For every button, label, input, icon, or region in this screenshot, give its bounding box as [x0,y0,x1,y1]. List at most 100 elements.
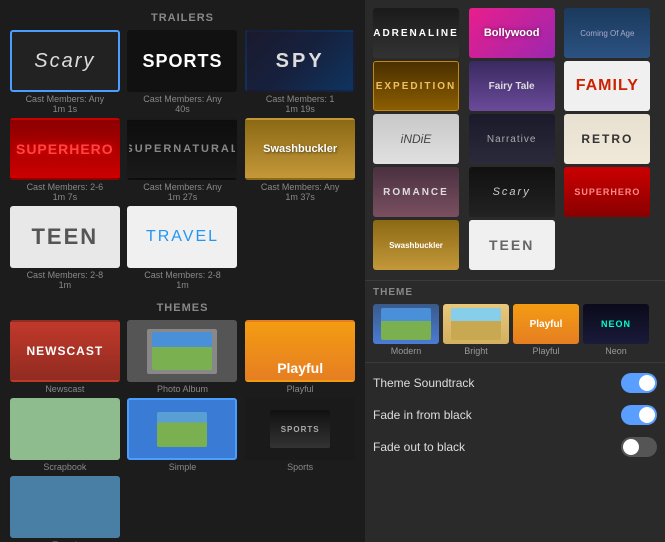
rt-family[interactable]: FAMILY [564,61,657,111]
rt-narrative-label: Narrative [487,134,537,145]
rt-swashbuckler-label: Swashbuckler [389,241,443,250]
rt-retro[interactable]: RETRO [564,114,657,164]
rt-scary[interactable]: Scary [469,167,562,217]
rt-indie-thumb[interactable]: iNDiE [373,114,459,164]
theme-thumb-scrapbook[interactable] [10,398,120,460]
theme-thumb-playful[interactable]: Playful [245,320,355,382]
rt-superhero-label: SUPERHERO [574,187,640,197]
trailer-item-scary[interactable]: Scary Cast Members: Any1m 1s [8,30,122,114]
rt-indie-label: iNDiE [401,132,432,146]
rt-expedition-thumb[interactable]: EXPEDITION [373,61,459,111]
theme-bright[interactable]: Bright [443,304,509,356]
simple-img [157,412,207,447]
trailer-item-supernatural[interactable]: SUPERNATURAL Cast Members: Any1m 27s [126,118,240,202]
theme-soundtrack-toggle[interactable] [621,373,657,393]
trailer-item-swashbuckler[interactable]: Swashbuckler Cast Members: Any1m 37s [243,118,357,202]
theme-bright-thumb[interactable] [443,304,509,344]
theme-item-playful[interactable]: Playful Playful [243,320,357,394]
theme-item-scrapbook[interactable]: Scrapbook [8,398,122,472]
theme-item-sports2[interactable]: SPORTS Sports [243,398,357,472]
rt-expedition-label: EXPEDITION [376,81,457,92]
rt-adrenaline[interactable]: ADRENALINE [373,8,466,58]
rt-retro-thumb[interactable]: RETRO [564,114,650,164]
theme-playful[interactable]: Playful Playful [513,304,579,356]
fade-in-toggle[interactable] [621,405,657,425]
fade-out-toggle[interactable] [621,437,657,457]
rt-adrenaline-thumb[interactable]: ADRENALINE [373,8,459,58]
sports-meta: Cast Members: Any40s [143,94,222,114]
theme-thumb-travel2[interactable] [10,476,120,538]
trailers-grid: Scary Cast Members: Any1m 1s SPORTS Cast… [0,30,365,290]
rt-fairytale-label: Fairy Tale [489,81,535,92]
supernatural-label: SUPERNATURAL [127,143,237,155]
trailer-item-sports[interactable]: SPORTS Cast Members: Any40s [126,30,240,114]
rt-family-thumb[interactable]: FAMILY [564,61,650,111]
trailer-item-teen[interactable]: TEEN Cast Members: 2-81m [8,206,122,290]
photo-album-meta: Photo Album [157,384,208,394]
photo-album-inner [147,329,217,374]
right-panel: ADRENALINE Bollywood Coming Of Age EXPED… [365,0,665,542]
rt-expedition[interactable]: EXPEDITION [373,61,466,111]
superhero-meta: Cast Members: 2-61m 7s [27,182,104,202]
trailer-thumb-spy[interactable]: SPY [245,30,355,92]
rt-teen-thumb[interactable]: TEEN [469,220,555,270]
rt-narrative[interactable]: Narrative [469,114,562,164]
theme-thumb-newscast[interactable]: NEWSCAST [10,320,120,382]
trailer-item-spy[interactable]: SPY Cast Members: 11m 19s [243,30,357,114]
rt-fairytale[interactable]: Fairy Tale [469,61,562,111]
rt-superhero[interactable]: SUPERHERO [564,167,657,217]
rt-teen[interactable]: TEEN [469,220,562,270]
modern-img [381,308,431,340]
theme-thumb-sports2[interactable]: SPORTS [245,398,355,460]
trailer-item-travel[interactable]: TRAVEL Cast Members: 2-81m [126,206,240,290]
theme-row: Modern Bright Playful Playful NEON Neon [365,300,665,360]
trailer-thumb-travel[interactable]: TRAVEL [127,206,237,268]
trailer-thumb-superhero[interactable]: SUPERHERO [10,118,120,180]
rt-narrative-thumb[interactable]: Narrative [469,114,555,164]
trailer-thumb-supernatural[interactable]: SUPERNATURAL [127,118,237,180]
neon-label: Neon [605,346,627,356]
teen-meta: Cast Members: 2-81m [27,270,104,290]
swashbuckler-label: Swashbuckler [263,143,337,155]
rt-bollywood-thumb[interactable]: Bollywood [469,8,555,58]
scrapbook-meta: Scrapbook [43,462,86,472]
theme-neon-thumb[interactable]: NEON [583,304,649,344]
theme-item-simple[interactable]: Simple [126,398,240,472]
rt-bollywood[interactable]: Bollywood [469,8,562,58]
theme-item-newscast[interactable]: NEWSCAST Newscast [8,320,122,394]
rt-romance[interactable]: ROMANCE [373,167,466,217]
rt-adrenaline-label: ADRENALINE [373,28,459,39]
theme-modern-thumb[interactable] [373,304,439,344]
divider-2 [365,362,665,363]
photo-album-img [152,332,212,370]
theme-thumb-photo-album[interactable] [127,320,237,382]
rt-romance-thumb[interactable]: ROMANCE [373,167,459,217]
theme-thumb-simple[interactable] [127,398,237,460]
spy-label: SPY [276,50,325,73]
theme-item-travel2[interactable]: Travel [8,476,122,542]
fade-out-label: Fade out to black [373,440,465,454]
rt-indie[interactable]: iNDiE [373,114,466,164]
rt-coming-of-age-thumb[interactable]: Coming Of Age [564,8,650,58]
rt-swashbuckler[interactable]: Swashbuckler [373,220,466,270]
theme-playful-thumb[interactable]: Playful [513,304,579,344]
trailer-thumb-swashbuckler[interactable]: Swashbuckler [245,118,355,180]
rt-fairytale-thumb[interactable]: Fairy Tale [469,61,555,111]
scary-label: Scary [34,50,95,73]
themes-grid: NEWSCAST Newscast Photo Album Playful Pl… [0,320,365,542]
rt-bollywood-label: Bollywood [484,27,540,39]
theme-neon[interactable]: NEON Neon [583,304,649,356]
sports2-img: SPORTS [270,410,330,448]
rt-scary-thumb[interactable]: Scary [469,167,555,217]
rt-superhero-thumb[interactable]: SUPERHERO [564,167,650,217]
theme-item-photo-album[interactable]: Photo Album [126,320,240,394]
trailer-thumb-teen[interactable]: TEEN [10,206,120,268]
trailer-thumb-sports[interactable]: SPORTS [127,30,237,92]
rt-swashbuckler-thumb[interactable]: Swashbuckler [373,220,459,270]
rt-coming-of-age[interactable]: Coming Of Age [564,8,657,58]
theme-soundtrack-label: Theme Soundtrack [373,376,474,390]
trailer-item-superhero[interactable]: SUPERHERO Cast Members: 2-61m 7s [8,118,122,202]
theme-modern[interactable]: Modern [373,304,439,356]
trailer-thumb-scary[interactable]: Scary [10,30,120,92]
trailers-section-label: TRAILERS [0,8,365,30]
